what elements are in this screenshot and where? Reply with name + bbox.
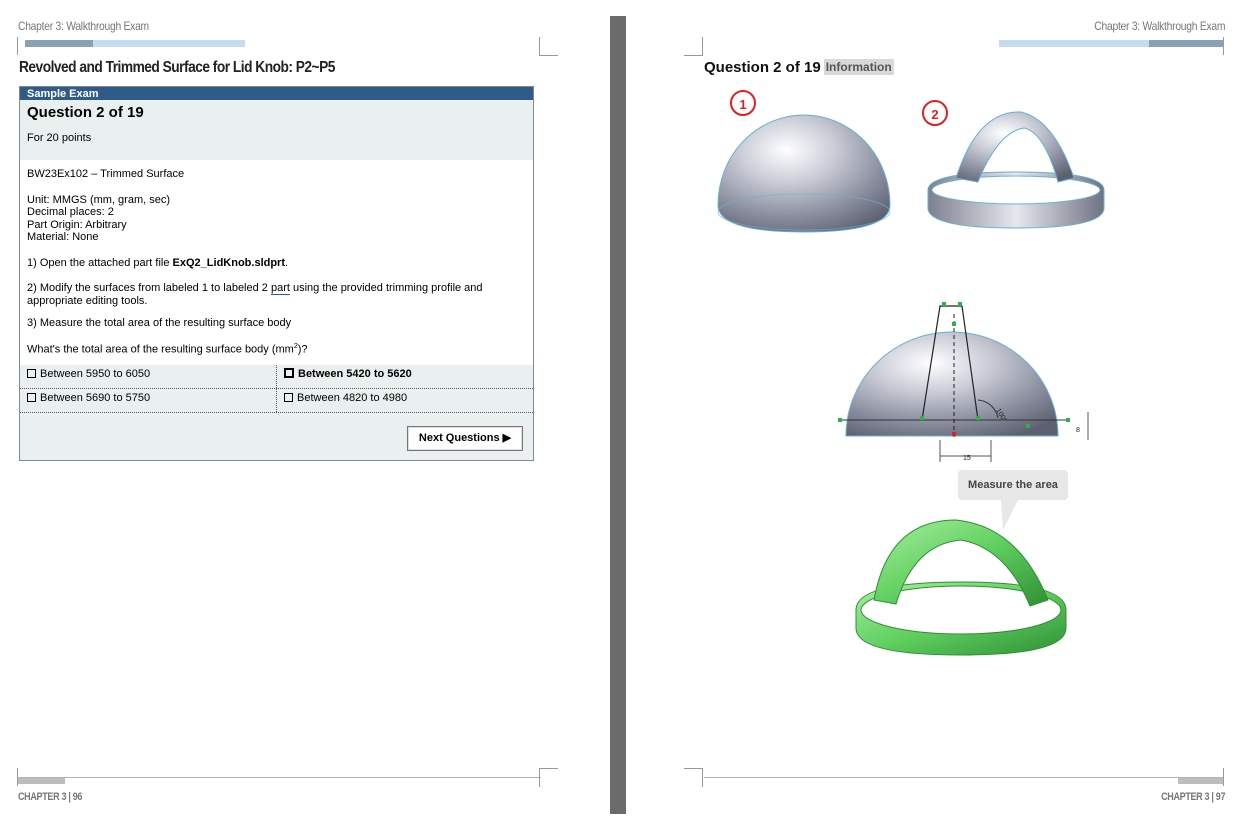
height-dimension: 8 <box>1076 427 1080 434</box>
step-2: 2) Modify the surfaces from labeled 1 to… <box>27 282 526 307</box>
option-3[interactable]: Between 5690 to 5750 <box>20 389 276 412</box>
page-number: CHAPTER 3 | 97 <box>1160 791 1225 803</box>
part-file-name[interactable]: ExQ2_LidKnob.sldprt <box>173 257 285 269</box>
running-header: Chapter 3: Walkthrough Exam <box>18 19 149 33</box>
step-1-text: 1) Open the attached part file <box>27 256 173 269</box>
exam-panel: Sample Exam Question 2 of 19 For 20 poin… <box>19 86 534 461</box>
option-row: Between 5690 to 5750 Between 4820 to 498… <box>20 389 533 413</box>
measure-callout: Measure the area <box>958 470 1068 500</box>
width-dimension: 15 <box>963 455 971 462</box>
callout-pointer <box>1001 500 1018 530</box>
step-2-text: 2) Modify the surfaces from labeled 1 to… <box>27 282 271 294</box>
option-label: Between 4820 to 4980 <box>297 392 408 404</box>
part-link[interactable]: part <box>270 282 290 295</box>
left-page: Chapter 3: Walkthrough Exam Revolved and… <box>0 0 610 828</box>
step-3: 3) Measure the total area of the resulti… <box>27 317 292 329</box>
right-page: Chapter 3: Walkthrough Exam Question 2 o… <box>626 0 1247 828</box>
checkbox-icon[interactable] <box>284 393 293 402</box>
marker-2: 2 <box>922 100 948 126</box>
question-body: BW23Ex102 – Trimmed Surface Unit: MMGS (… <box>20 160 533 356</box>
result-surface <box>855 519 1067 656</box>
next-questions-button[interactable]: Next Questions ▶ <box>407 426 523 451</box>
trimmed-surface-preview <box>927 111 1105 229</box>
step-1-end: . <box>285 256 289 269</box>
option-4[interactable]: Between 4820 to 4980 <box>276 389 532 412</box>
question-number: Question 2 of 19 <box>27 104 144 121</box>
footer-rule <box>704 777 1224 778</box>
part-name: BW23Ex102 – Trimmed Surface <box>27 168 185 180</box>
crop-mark <box>684 768 703 787</box>
unit-text: Unit: MMGS (mm, gram, sec) <box>27 193 171 206</box>
exam-header: Sample Exam <box>20 87 533 100</box>
trimming-profile-sketch: 100° 8 15 <box>838 302 1089 462</box>
book-spine <box>610 16 626 814</box>
prompt-text: What's the total area of the resulting s… <box>27 343 294 356</box>
prompt-end: )? <box>297 343 308 356</box>
material-text: Material: None <box>27 231 99 243</box>
question-block: Question 2 of 19 For 20 points <box>20 100 533 160</box>
crop-mark <box>17 37 18 55</box>
page-number: CHAPTER 3 | 96 <box>18 791 83 803</box>
answer-options: Between 5950 to 6050 Between 5420 to 562… <box>20 365 533 413</box>
checkbox-icon[interactable] <box>284 368 294 378</box>
page-title: Revolved and Trimmed Surface for Lid Kno… <box>19 59 335 76</box>
hemisphere-surface <box>717 114 891 233</box>
question-points: For 20 points <box>27 132 92 144</box>
option-label: Between 5420 to 5620 <box>298 368 412 380</box>
step-1: 1) Open the attached part file ExQ2_LidK… <box>27 257 526 270</box>
crop-mark <box>1223 768 1224 786</box>
marker-1: 1 <box>730 90 756 116</box>
decimal-text: Decimal places: 2 <box>27 206 114 218</box>
footer-bar <box>18 778 65 784</box>
header-bar-dark <box>25 40 93 47</box>
checkbox-icon[interactable] <box>27 369 36 378</box>
origin-text: Part Origin: Arbitrary <box>27 218 127 231</box>
footer-bar <box>1178 778 1224 784</box>
option-row: Between 5950 to 6050 Between 5420 to 562… <box>20 365 533 389</box>
option-2[interactable]: Between 5420 to 5620 <box>276 365 532 388</box>
option-label: Between 5950 to 6050 <box>40 368 151 380</box>
checkbox-icon[interactable] <box>27 393 36 402</box>
header-bar-light <box>93 40 245 47</box>
exam-footer: Next Questions ▶ <box>20 413 533 460</box>
option-1[interactable]: Between 5950 to 6050 <box>20 365 276 388</box>
answer-prompt: What's the total area of the resulting s… <box>27 341 526 356</box>
footer-rule <box>18 777 541 778</box>
crop-mark <box>539 37 558 56</box>
crop-mark <box>539 768 558 787</box>
part-properties: Unit: MMGS (mm, gram, sec) Decimal place… <box>27 194 526 244</box>
option-label: Between 5690 to 5750 <box>40 392 151 404</box>
